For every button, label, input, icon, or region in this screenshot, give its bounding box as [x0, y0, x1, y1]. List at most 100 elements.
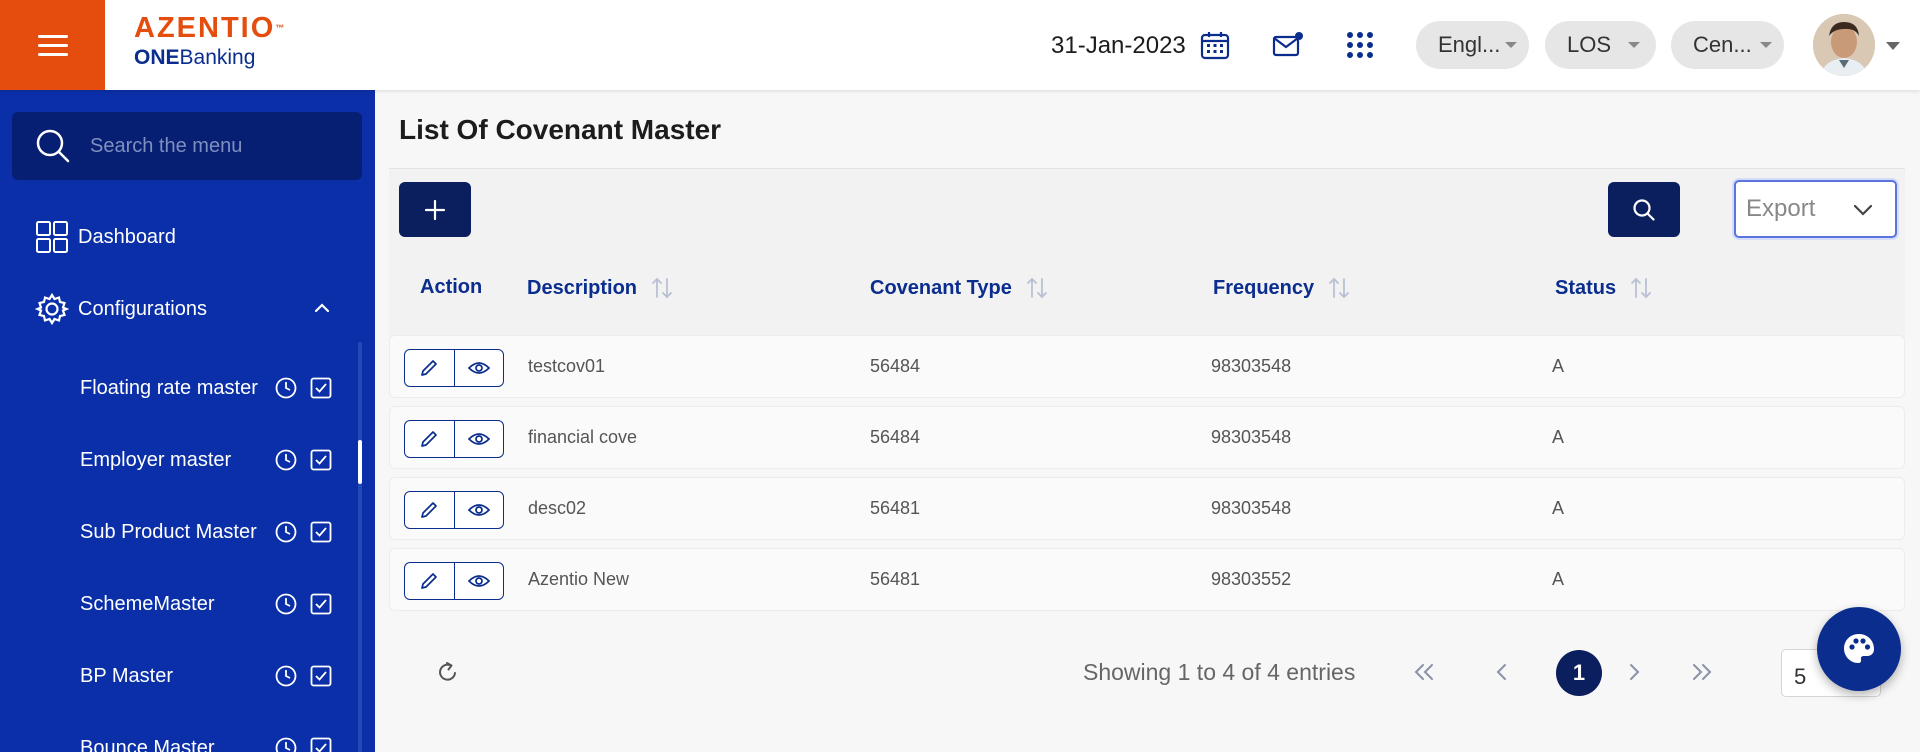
column-header-label: Description [527, 276, 638, 299]
search-icon [1633, 198, 1655, 221]
caret-down-icon [1628, 42, 1640, 48]
clock-icon[interactable] [275, 377, 297, 399]
sidebar-item-bp-master[interactable]: BP Master [80, 656, 340, 696]
calendar-icon[interactable] [1198, 28, 1232, 62]
page-button-current[interactable]: 1 [1556, 650, 1602, 696]
column-header-label: Action [420, 276, 483, 298]
page-title: List Of Covenant Master [399, 114, 722, 145]
clock-icon[interactable] [275, 521, 297, 543]
pencil-icon [421, 502, 438, 518]
column-header-covenant-type[interactable]: Covenant Type [870, 276, 1048, 300]
add-button[interactable] [399, 182, 471, 237]
sidebar-item-employer-master[interactable]: Employer master [80, 440, 340, 480]
menu-search [12, 112, 362, 180]
user-menu-caret-icon[interactable] [1886, 42, 1900, 50]
sidebar-item-scheme-master[interactable]: SchemeMaster [80, 584, 340, 624]
clock-icon[interactable] [275, 593, 297, 615]
sidebar-item-label: Floating rate master [80, 376, 258, 399]
column-header-description[interactable]: Description [527, 276, 673, 300]
previous-page-button[interactable] [1488, 658, 1516, 686]
branch-select[interactable]: Cen... [1671, 21, 1784, 69]
apps-grid-icon[interactable] [1343, 28, 1377, 62]
checkbox-icon[interactable] [310, 665, 332, 687]
cell-description: Azentio New [528, 569, 630, 589]
mail-icon[interactable] [1271, 28, 1305, 62]
column-header-label: Status [1555, 276, 1617, 299]
clock-icon[interactable] [275, 449, 297, 471]
cell-frequency: 98303548 [1211, 356, 1292, 376]
chevron-up-icon[interactable] [313, 299, 331, 317]
edit-button[interactable] [405, 492, 454, 528]
next-page-button[interactable] [1620, 658, 1648, 686]
language-select-label: Engl... [1438, 32, 1501, 57]
branch-select-label: Cen... [1693, 32, 1752, 57]
clock-icon[interactable] [275, 737, 297, 752]
view-button[interactable] [453, 421, 503, 457]
edit-button[interactable] [405, 563, 454, 599]
module-select[interactable]: LOS [1545, 21, 1656, 69]
theme-fab-button[interactable] [1817, 607, 1901, 691]
menu-search-input[interactable] [90, 134, 340, 158]
caret-down-icon [1505, 42, 1517, 48]
view-button[interactable] [453, 350, 503, 386]
cell-status: A [1552, 498, 1565, 518]
sort-icon[interactable] [1630, 276, 1652, 300]
cell-covenant-type: 56484 [870, 427, 921, 447]
module-select-label: LOS [1567, 32, 1612, 57]
checkbox-icon[interactable] [310, 521, 332, 543]
pencil-icon [421, 360, 438, 376]
sidebar-item-dashboard[interactable]: Dashboard [35, 220, 176, 254]
sort-icon[interactable] [1328, 276, 1350, 300]
sidebar-item-configurations[interactable]: Configurations [35, 292, 207, 326]
eye-icon [467, 362, 490, 374]
language-select[interactable]: Engl... [1416, 21, 1529, 69]
sidebar-item-label: Dashboard [78, 225, 176, 248]
sidebar-item-label: Employer master [80, 448, 232, 471]
gear-icon [35, 292, 69, 326]
column-header-label: Frequency [1213, 276, 1315, 299]
checkbox-icon[interactable] [310, 593, 332, 615]
sidebar-item-label: Sub Product Master [80, 520, 257, 543]
pencil-icon [421, 573, 438, 589]
sidebar-scroll-thumb[interactable] [358, 440, 362, 484]
clock-icon[interactable] [275, 665, 297, 687]
refresh-icon[interactable] [436, 660, 460, 684]
dashboard-icon [36, 221, 68, 253]
sidebar-item-label: Configurations [78, 297, 207, 320]
sidebar-item-sub-product-master[interactable]: Sub Product Master [80, 512, 340, 552]
sort-icon[interactable] [651, 276, 673, 300]
cell-status: A [1552, 356, 1565, 376]
pagination-bar: Showing 1 to 4 of 4 entries 1 5 [389, 628, 1905, 738]
sidebar-item-bounce-master[interactable]: Bounce Master [80, 728, 340, 752]
sidebar-item-label: BP Master [80, 664, 173, 687]
edit-button[interactable] [405, 421, 454, 457]
user-avatar[interactable] [1813, 14, 1875, 76]
sidebar-scroll-track[interactable] [358, 342, 362, 752]
cell-status: A [1552, 569, 1565, 589]
chevron-right-icon [1630, 664, 1640, 680]
eye-icon [467, 575, 490, 587]
column-header-frequency[interactable]: Frequency [1213, 276, 1350, 300]
view-button[interactable] [453, 492, 503, 528]
checkbox-icon[interactable] [310, 449, 332, 471]
search-button[interactable] [1608, 182, 1680, 237]
logo-text: AZENTIO [134, 12, 276, 44]
sidebar-item-label: SchemeMaster [80, 592, 215, 615]
last-page-button[interactable] [1688, 658, 1716, 686]
checkbox-icon[interactable] [310, 377, 332, 399]
menu-toggle-button[interactable] [0, 0, 105, 90]
row-actions [404, 491, 504, 529]
first-page-button[interactable] [1410, 658, 1438, 686]
sidebar: Dashboard Configurations Floating rate m… [0, 90, 375, 752]
checkbox-icon[interactable] [310, 737, 332, 752]
cell-covenant-type: 56484 [870, 356, 921, 376]
table-row: testcov01 56484 98303548 A [389, 335, 1905, 398]
column-header-status[interactable]: Status [1555, 276, 1652, 300]
sort-icon[interactable] [1026, 276, 1048, 300]
plus-icon [424, 199, 446, 220]
edit-button[interactable] [405, 350, 454, 386]
view-button[interactable] [453, 563, 503, 599]
export-dropdown[interactable]: Export [1734, 180, 1897, 238]
chevron-down-icon [1853, 204, 1873, 216]
sidebar-item-floating-rate-master[interactable]: Floating rate master [80, 368, 340, 408]
